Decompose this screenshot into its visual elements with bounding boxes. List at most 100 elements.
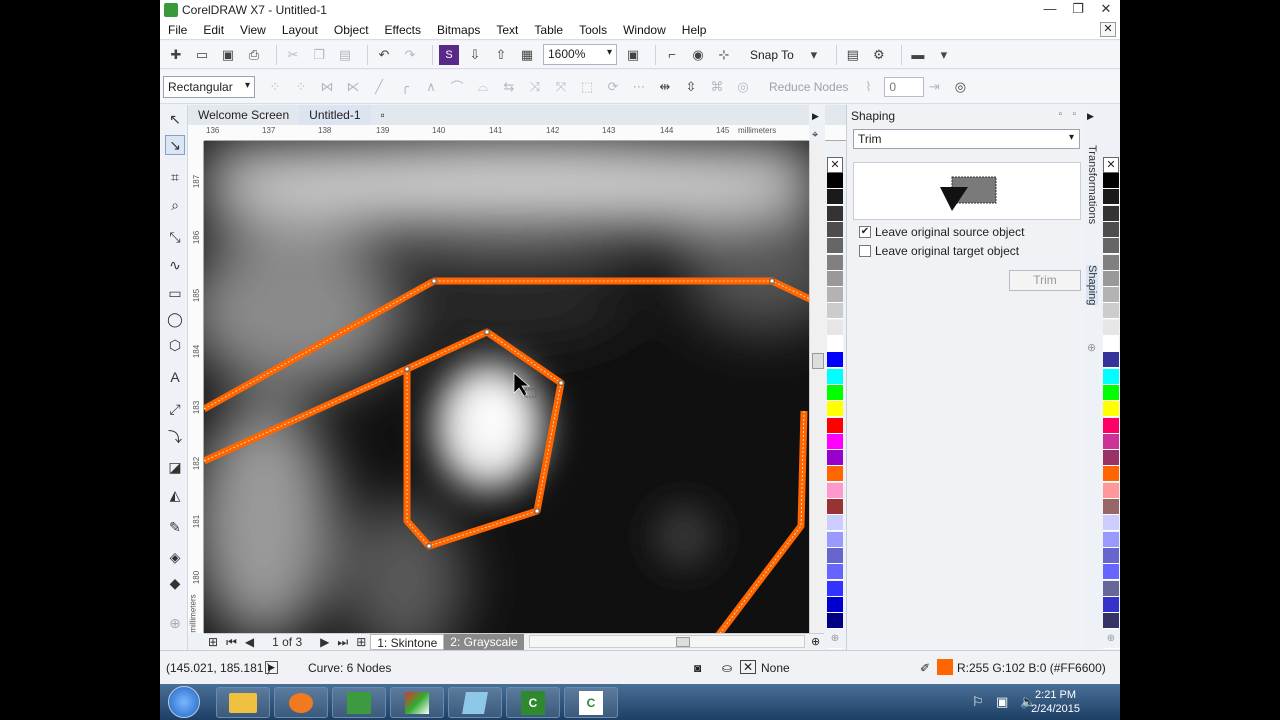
new-document-icon[interactable]: ✚	[166, 45, 186, 65]
add-page-after-icon[interactable]: ⊞	[356, 635, 366, 649]
options-icon[interactable]: ⚙	[869, 45, 889, 65]
parallel-dimension-icon[interactable]: ⤢	[165, 399, 185, 419]
publish-pdf-icon[interactable]: ▦	[517, 45, 537, 65]
no-color-swatch[interactable]: ✕	[1103, 157, 1119, 173]
color-swatch[interactable]	[827, 482, 843, 499]
menu-text[interactable]: Text	[488, 23, 526, 37]
trim-button[interactable]: Trim	[1009, 270, 1081, 291]
color-swatch[interactable]	[1103, 189, 1119, 206]
page-counter[interactable]: 1 of 3	[272, 635, 302, 649]
add-node-icon[interactable]: ⁘	[265, 77, 285, 97]
artistic-media-icon[interactable]: ∿	[165, 255, 185, 275]
docker-restore-icon[interactable]: ▫	[1058, 109, 1062, 120]
side-tabs-scroll-icon[interactable]: ▶	[1087, 111, 1094, 122]
open-icon[interactable]: ▭	[192, 45, 212, 65]
new-tab-icon[interactable]: ▫	[371, 105, 395, 125]
welcome-screen-icon[interactable]: ▤	[843, 45, 863, 65]
reflect-vertical-icon[interactable]: ⇳	[681, 77, 701, 97]
vertical-scrollbar[interactable]	[809, 141, 825, 633]
canvas-artwork[interactable]	[204, 141, 809, 633]
eyedropper-tool-icon[interactable]: ✎	[165, 517, 185, 537]
horizontal-scrollbar[interactable]	[529, 635, 805, 648]
full-screen-preview-icon[interactable]: ▣	[623, 45, 643, 65]
palette-options-icon[interactable]: ⊕	[827, 633, 843, 650]
restore-button[interactable]: ❐	[1070, 1, 1086, 17]
color-swatch[interactable]	[1103, 580, 1119, 597]
drawing-canvas[interactable]	[204, 141, 809, 633]
pick-tool-icon[interactable]: ↖	[165, 109, 185, 129]
tab-untitled-1[interactable]: Untitled-1	[299, 105, 371, 125]
cusp-node-icon[interactable]: ∧	[421, 77, 441, 97]
extract-subpath-icon[interactable]: ⤧	[551, 77, 571, 97]
minimize-button[interactable]: —	[1042, 1, 1058, 17]
cut-icon[interactable]: ✂	[283, 45, 303, 65]
quick-customize-tools-icon[interactable]: ⊕	[165, 613, 185, 633]
color-swatch[interactable]	[1103, 368, 1119, 385]
corel-connect-icon[interactable]: S	[439, 44, 459, 65]
no-color-swatch[interactable]: ✕	[827, 157, 843, 173]
color-swatch[interactable]	[1103, 596, 1119, 613]
paste-icon[interactable]: ▤	[335, 45, 355, 65]
application-launcher-icon[interactable]: ▬	[908, 45, 928, 65]
app-taskbar-icon[interactable]	[274, 687, 328, 718]
delete-node-icon[interactable]: ⁘	[291, 77, 311, 97]
transparency-tool-icon[interactable]: ◭	[165, 485, 185, 505]
color-swatch[interactable]	[1103, 287, 1119, 304]
text-tool-icon[interactable]: A	[165, 367, 185, 387]
color-swatch[interactable]	[827, 515, 843, 532]
system-clock[interactable]: 2:21 PM 2/24/2015	[1031, 688, 1080, 716]
outline-pen-icon[interactable]: ✐	[920, 661, 930, 675]
prev-page-icon[interactable]: ◀	[245, 635, 254, 649]
expand-docker-icon[interactable]: ▶	[812, 111, 819, 122]
leave-source-checkbox[interactable]: ✔ Leave original source object	[859, 225, 1024, 239]
color-swatch[interactable]	[827, 499, 843, 515]
color-swatch[interactable]	[1103, 547, 1119, 564]
color-swatch[interactable]	[1103, 531, 1119, 548]
menu-window[interactable]: Window	[615, 23, 674, 37]
color-swatch[interactable]	[1103, 221, 1119, 238]
color-swatch[interactable]	[1103, 482, 1119, 499]
docker-close-icon[interactable]: ▫	[1072, 109, 1076, 120]
first-page-icon[interactable]: ⏮	[226, 635, 237, 650]
color-swatch[interactable]	[827, 368, 843, 385]
import-icon[interactable]: ⇩	[465, 45, 485, 65]
tab-shaping[interactable]: Shaping	[1086, 265, 1098, 306]
show-grid-icon[interactable]: ⊹	[714, 45, 734, 65]
zoom-level-select[interactable]: 1600%	[543, 44, 617, 65]
ellipse-tool-icon[interactable]: ◯	[165, 309, 185, 329]
symmetrical-node-icon[interactable]: ⌓	[473, 77, 493, 97]
color-swatch[interactable]	[1103, 417, 1119, 434]
to-curve-icon[interactable]: ╭	[395, 77, 415, 97]
leave-target-checkbox[interactable]: Leave original target object	[859, 244, 1019, 258]
shape-tool-icon[interactable]: ↘	[165, 135, 185, 155]
file-taskbar-icon[interactable]	[448, 687, 502, 718]
menu-effects[interactable]: Effects	[377, 23, 429, 37]
align-nodes-icon[interactable]: ⋯	[629, 77, 649, 97]
fill-bucket-icon[interactable]: ⛀	[722, 661, 732, 675]
curve-smoothness-input[interactable]	[884, 76, 925, 97]
vertical-ruler[interactable]: 187 186 185 184 183 182 181 180 millimet…	[188, 141, 204, 633]
show-rulers-icon[interactable]: ⌐	[662, 45, 682, 65]
selection-mode-select[interactable]: Rectangular	[163, 75, 255, 98]
color-swatch[interactable]	[827, 205, 843, 222]
color-swatch[interactable]	[827, 466, 843, 483]
color-swatch[interactable]	[827, 254, 843, 271]
color-swatch[interactable]	[827, 433, 843, 450]
color-swatch[interactable]	[827, 613, 843, 630]
zoom-navigator-icon[interactable]: ⊕	[811, 635, 820, 648]
extend-curve-icon[interactable]: ⤨	[525, 77, 545, 97]
ruler-origin[interactable]	[188, 125, 204, 141]
save-icon[interactable]: ▣	[218, 45, 238, 65]
show-guidelines-icon[interactable]: ◉	[688, 45, 708, 65]
start-button-icon[interactable]	[168, 686, 200, 718]
color-swatch[interactable]	[1103, 270, 1119, 287]
join-nodes-icon[interactable]: ⋈	[317, 77, 337, 97]
color-swatch[interactable]	[1103, 466, 1119, 483]
color-swatch[interactable]	[1103, 450, 1119, 467]
horizontal-scroll-thumb[interactable]	[676, 637, 690, 647]
reflect-horizontal-icon[interactable]: ⇹	[655, 77, 675, 97]
color-swatch[interactable]	[1103, 238, 1119, 255]
color-swatch[interactable]	[827, 531, 843, 548]
vertical-scroll-thumb[interactable]	[812, 353, 824, 369]
color-swatch[interactable]	[1103, 254, 1119, 271]
